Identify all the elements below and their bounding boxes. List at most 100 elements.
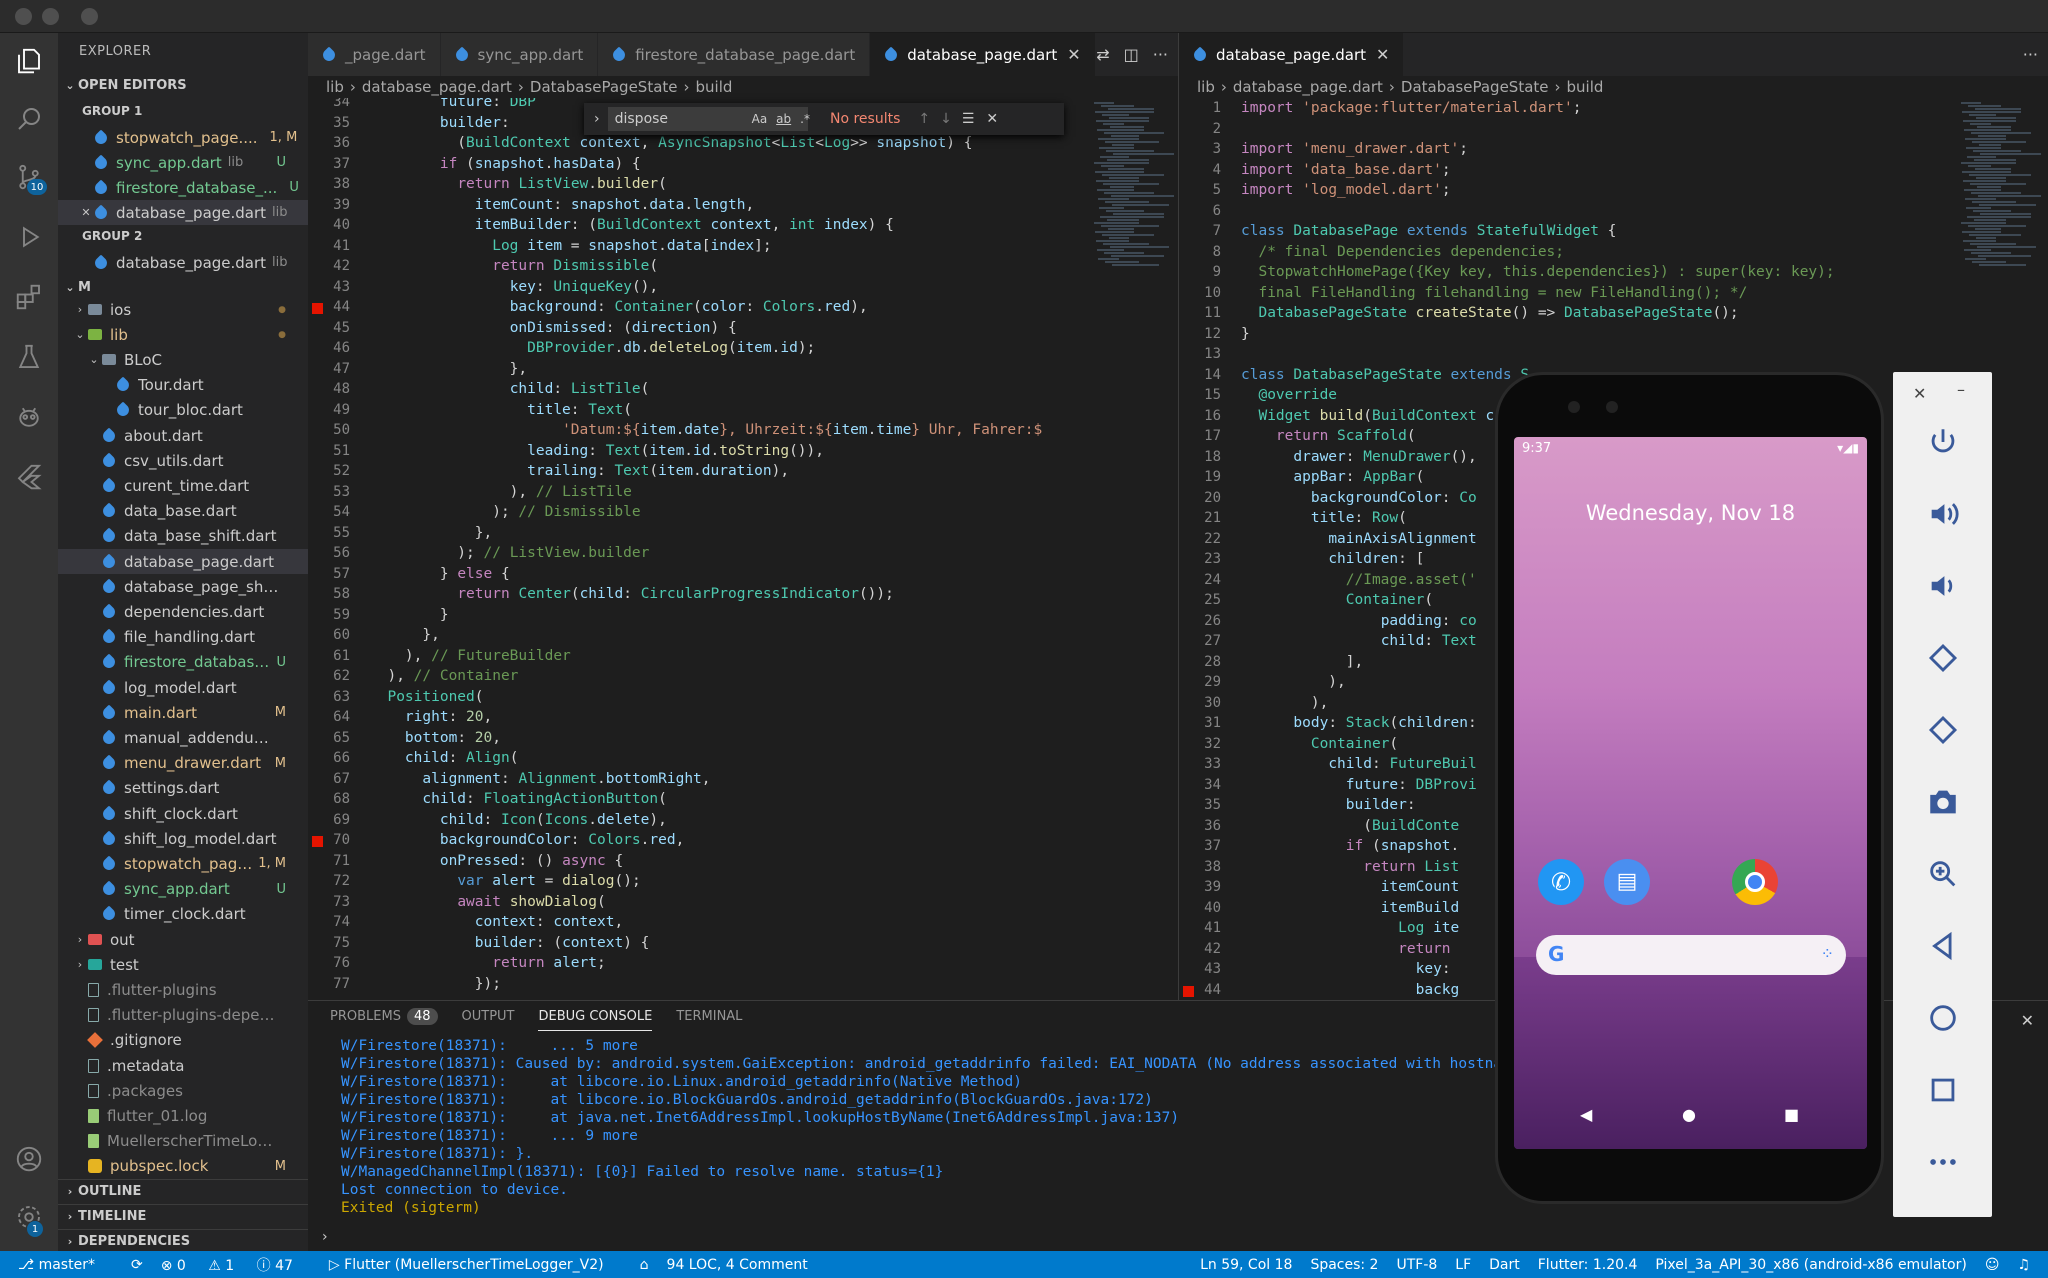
file-tree-item[interactable]: Tour.dart bbox=[58, 373, 308, 398]
editor-tab[interactable]: sync_app.dart bbox=[440, 33, 599, 76]
file-tree-item[interactable]: dependencies.dart bbox=[58, 599, 308, 624]
open-editor-item[interactable]: sync_app.dart lib U bbox=[58, 150, 308, 175]
timeline-section[interactable]: › TIMELINE bbox=[58, 1204, 308, 1228]
file-tree-item[interactable]: stopwatch_page.... 1, M bbox=[58, 851, 308, 876]
open-editors-section[interactable]: ⌄ OPEN EDITORS bbox=[58, 73, 308, 97]
file-tree-item[interactable]: sync_app.dart U bbox=[58, 877, 308, 902]
file-tree-item[interactable]: file_handling.dart bbox=[58, 625, 308, 650]
breadcrumb-item[interactable]: DatabasePageState bbox=[530, 78, 678, 96]
arrow-up-icon[interactable]: ↑ bbox=[918, 111, 930, 127]
recents-nav-icon[interactable]: ■ bbox=[1784, 1105, 1799, 1124]
breakpoint-marker[interactable] bbox=[312, 303, 323, 314]
messages-app-icon[interactable]: ▤ bbox=[1604, 859, 1650, 905]
panel-tab-problems[interactable]: PROBLEMS 48 bbox=[330, 1008, 438, 1031]
camera-icon[interactable] bbox=[1923, 782, 1963, 822]
file-tree-item[interactable]: .gitignore bbox=[58, 1028, 308, 1053]
editor-tab[interactable]: database_page.dart ✕ bbox=[1179, 33, 1405, 76]
phone-app-icon[interactable]: ✆ bbox=[1538, 859, 1584, 905]
power-icon[interactable] bbox=[1923, 422, 1963, 462]
loc-status[interactable]: 94 LOC, 4 Comment bbox=[667, 1257, 808, 1273]
file-tree-item[interactable]: › out bbox=[58, 927, 308, 952]
editor-tab[interactable]: database_page.dart ✕ bbox=[870, 33, 1096, 76]
more-actions-icon[interactable]: ··· bbox=[1153, 45, 1168, 64]
rotate-left-icon[interactable] bbox=[1923, 638, 1963, 678]
back-nav-icon[interactable]: ◀ bbox=[1580, 1105, 1592, 1124]
file-tree-item[interactable]: data_base_shift.dart bbox=[58, 524, 308, 549]
dependencies-section[interactable]: › DEPENDENCIES bbox=[58, 1229, 308, 1253]
testing-icon[interactable] bbox=[13, 341, 45, 373]
open-editor-item[interactable]: stopwatch_page.... 1, M bbox=[58, 125, 308, 150]
breadcrumb-item[interactable]: lib bbox=[1197, 78, 1215, 96]
feedback-icon[interactable]: ☺ bbox=[1985, 1257, 2000, 1273]
file-tree-item[interactable]: csv_utils.dart bbox=[58, 448, 308, 473]
open-editor-item[interactable]: firestore_database_... U bbox=[58, 175, 308, 200]
file-tree-item[interactable]: database_page.dart bbox=[58, 549, 308, 574]
file-tree-item[interactable]: log_model.dart bbox=[58, 675, 308, 700]
volume-down-icon[interactable] bbox=[1923, 566, 1963, 606]
close-icon[interactable]: ✕ bbox=[1913, 384, 1926, 403]
match-case-icon[interactable]: Aa bbox=[752, 112, 768, 126]
file-tree-item[interactable]: timer_clock.dart bbox=[58, 902, 308, 927]
file-tree-item[interactable]: database_page_shift.dart bbox=[58, 574, 308, 599]
breakpoint-marker[interactable] bbox=[312, 836, 323, 847]
indentation[interactable]: Spaces: 2 bbox=[1310, 1257, 1378, 1273]
close-panel-icon[interactable]: ✕ bbox=[2021, 1011, 2034, 1030]
extensions-icon[interactable] bbox=[13, 281, 45, 313]
file-tree-item[interactable]: data_base.dart bbox=[58, 499, 308, 524]
maximize-window-button[interactable] bbox=[81, 8, 98, 25]
google-search-bar[interactable]: G ⁘ bbox=[1536, 935, 1846, 975]
file-tree-item[interactable]: › test bbox=[58, 952, 308, 977]
regex-icon[interactable]: .* bbox=[800, 112, 810, 126]
account-icon[interactable] bbox=[13, 1143, 45, 1175]
breadcrumb-item[interactable]: DatabasePageState bbox=[1401, 78, 1549, 96]
encoding[interactable]: UTF-8 bbox=[1396, 1257, 1437, 1273]
find-in-selection-icon[interactable]: ☰ bbox=[962, 111, 975, 127]
arrow-down-icon[interactable]: ↓ bbox=[940, 111, 952, 127]
flutter-version[interactable]: Flutter: 1.20.4 bbox=[1538, 1257, 1638, 1273]
close-icon[interactable]: ✕ bbox=[1067, 45, 1080, 64]
device-selector[interactable]: Pixel_3a_API_30_x86 (android-x86 emulato… bbox=[1655, 1257, 1966, 1273]
open-editor-item[interactable]: ✕ database_page.dart lib bbox=[58, 200, 308, 225]
file-tree-item[interactable]: MuellerscherTimeLogger.... bbox=[58, 1129, 308, 1154]
match-whole-word-icon[interactable]: ab bbox=[776, 112, 791, 126]
file-tree-item[interactable]: .metadata bbox=[58, 1053, 308, 1078]
file-tree-item[interactable]: firestore_database... U bbox=[58, 650, 308, 675]
breadcrumb-item[interactable]: database_page.dart bbox=[1233, 78, 1383, 96]
file-tree-item[interactable]: main.dart M bbox=[58, 700, 308, 725]
editor-tab[interactable]: _page.dart bbox=[308, 33, 441, 76]
run-debug-icon[interactable] bbox=[13, 221, 45, 253]
breadcrumb-item[interactable]: database_page.dart bbox=[362, 78, 512, 96]
panel-tab-debug-console[interactable]: DEBUG CONSOLE bbox=[538, 1009, 653, 1031]
home-circle-icon[interactable] bbox=[1923, 998, 1963, 1038]
alien-icon[interactable] bbox=[13, 401, 45, 433]
overview-square-icon[interactable] bbox=[1923, 1070, 1963, 1110]
chevron-right-icon[interactable]: › bbox=[594, 111, 600, 127]
file-tree-item[interactable]: manual_addendum.dart bbox=[58, 725, 308, 750]
file-tree-item[interactable]: shift_log_model.dart bbox=[58, 826, 308, 851]
back-icon[interactable] bbox=[1923, 926, 1963, 966]
launch-config[interactable]: ▷ Flutter (MuellerscherTimeLogger_V2) bbox=[329, 1257, 622, 1273]
problems-status[interactable]: ⊗ 0 ⚠ 1 ⓘ 47 bbox=[161, 1255, 311, 1275]
minimize-window-button[interactable] bbox=[42, 8, 59, 25]
more-icon[interactable] bbox=[1923, 1142, 1963, 1182]
sync-icon[interactable]: ⟳ bbox=[131, 1257, 143, 1273]
workspace-root-section[interactable]: ⌄ M bbox=[58, 275, 308, 299]
breadcrumb-item[interactable]: build bbox=[696, 78, 733, 96]
language-mode[interactable]: Dart bbox=[1489, 1257, 1520, 1273]
more-actions-icon[interactable]: ··· bbox=[2023, 45, 2038, 64]
breadcrumb-item[interactable]: build bbox=[1567, 78, 1604, 96]
file-tree-item[interactable]: ⌄ BLoC bbox=[58, 347, 308, 372]
branch-status[interactable]: ⎇ master* bbox=[18, 1257, 113, 1273]
flutter-icon[interactable] bbox=[13, 461, 45, 493]
close-icon[interactable]: ✕ bbox=[986, 111, 998, 127]
file-tree-item[interactable]: .flutter-plugins bbox=[58, 977, 308, 1002]
zoom-icon[interactable] bbox=[1923, 854, 1963, 894]
home-icon[interactable]: ⌂ bbox=[640, 1257, 649, 1273]
outline-section[interactable]: › OUTLINE bbox=[58, 1179, 308, 1203]
left-code-editor[interactable]: 34 future: DBP 35 builder: 36 (BuildContex… bbox=[308, 98, 1088, 1000]
breakpoint-marker[interactable] bbox=[1183, 985, 1194, 997]
bell-icon[interactable]: ♫ bbox=[2017, 1257, 2030, 1273]
chevron-right-icon[interactable]: › bbox=[322, 1229, 328, 1245]
file-tree-item[interactable]: settings.dart bbox=[58, 776, 308, 801]
file-tree-item[interactable]: ⌄ lib ● bbox=[58, 322, 308, 347]
